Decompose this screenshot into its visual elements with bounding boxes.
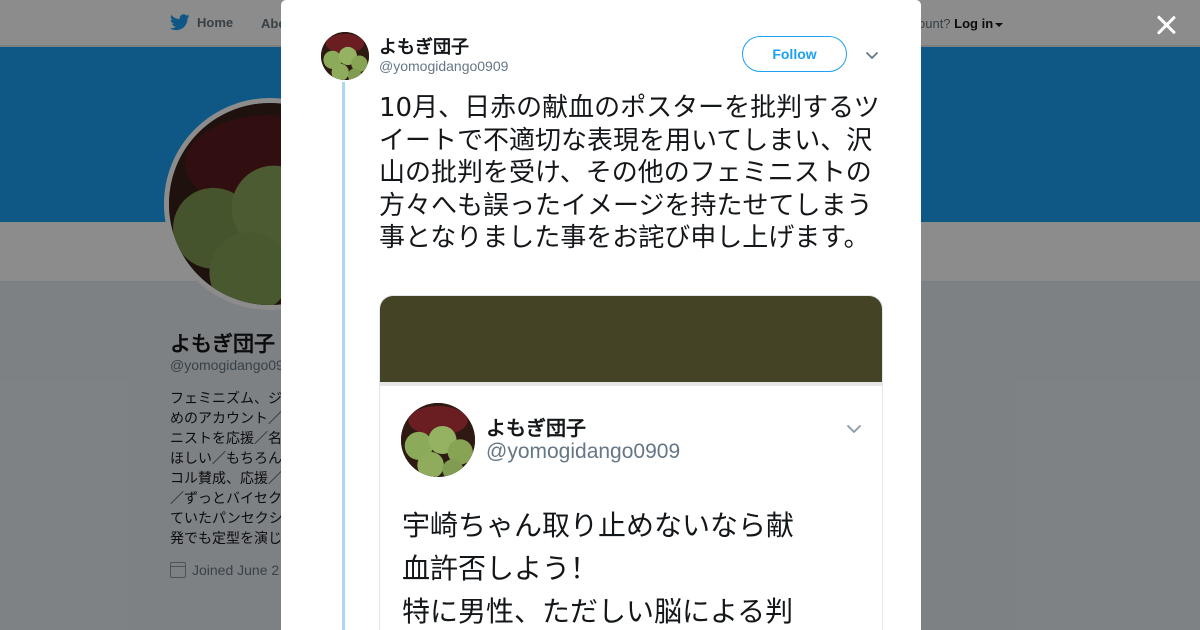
chevron-down-icon[interactable]	[865, 48, 879, 62]
tweet-modal: よもぎ団子 @yomogidango0909 Follow 10月、日赤の献血の…	[281, 0, 921, 630]
quoted-author-handle: @yomogidango0909	[486, 440, 681, 463]
chevron-down-icon	[847, 425, 861, 433]
tweet-author-handle[interactable]: @yomogidango0909	[379, 58, 508, 74]
quoted-author-avatar	[401, 403, 475, 477]
quoted-tweet-text: 宇崎ちゃん取り止めないなら献 血許否しよう！ 特に男性、ただしい脳による判	[402, 504, 872, 630]
media-separator	[380, 382, 882, 386]
quoted-text-line: 血許否しよう！	[402, 552, 599, 585]
follow-button[interactable]: Follow	[742, 36, 847, 72]
quoted-text-line: 特に男性、ただしい脳による判	[402, 595, 794, 628]
dango-avatar-image	[321, 32, 369, 80]
thread-line	[342, 82, 345, 630]
quoted-author-name: よもぎ団子	[486, 416, 586, 440]
quoted-text-line: 宇崎ちゃん取り止めないなら献	[402, 509, 795, 542]
tweet-text: 10月、日赤の献血のポスターを批判するツイートで不適切な表現を用いてしまい、沢山…	[379, 93, 880, 253]
media-dark-header	[380, 296, 882, 382]
tweet-author-avatar[interactable]	[321, 32, 369, 80]
tweet-media-image[interactable]: よもぎ団子 @yomogidango0909 宇崎ちゃん取り止めないなら献 血許…	[379, 295, 883, 630]
close-icon[interactable]	[1154, 13, 1178, 37]
dango-avatar-image	[401, 403, 475, 477]
tweet-author-name[interactable]: よもぎ団子	[379, 33, 469, 59]
